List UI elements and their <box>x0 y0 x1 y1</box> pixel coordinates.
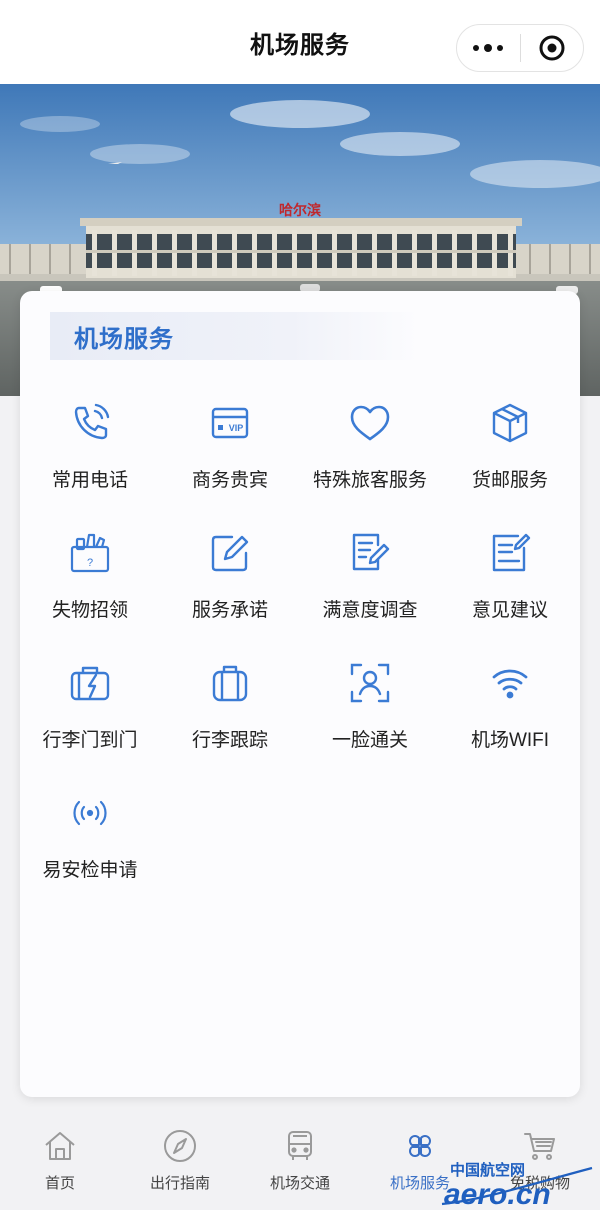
service-luggage-tracking[interactable]: 行李跟踪 <box>160 661 300 761</box>
survey-document-icon <box>348 531 392 575</box>
close-button[interactable] <box>521 25 584 71</box>
vip-card-icon: VIP <box>208 401 252 445</box>
signal-broadcast-icon <box>68 791 112 835</box>
service-label: 机场WIFI <box>470 730 550 751</box>
top-nav-bar: 机场服务 <box>0 0 600 84</box>
tab-label: 首页 <box>44 1175 75 1192</box>
service-label: 行李门到门 <box>42 730 138 751</box>
service-label: 满意度调查 <box>322 600 418 621</box>
service-commitment[interactable]: 服务承诺 <box>160 531 300 631</box>
service-label: 服务承诺 <box>191 600 268 621</box>
tab-travel-guide[interactable]: 出行指南 <box>120 1120 240 1210</box>
service-cargo-mail[interactable]: 货邮服务 <box>440 401 580 501</box>
clover-grid-icon <box>402 1128 438 1164</box>
svg-text:aero.cn: aero.cn <box>444 1178 551 1210</box>
tab-label: 机场交通 <box>269 1175 330 1192</box>
tab-label: 出行指南 <box>149 1175 210 1192</box>
wifi-icon <box>488 661 532 705</box>
mini-program-capsule <box>456 24 584 72</box>
service-special-passenger[interactable]: 特殊旅客服务 <box>300 401 440 501</box>
heart-icon <box>348 401 392 445</box>
service-face-clearance[interactable]: 一脸通关 <box>300 661 440 761</box>
suitcase-icon <box>208 661 252 705</box>
more-dots-icon <box>473 44 504 52</box>
service-luggage-door-to-door[interactable]: 行李门到门 <box>20 661 160 761</box>
home-icon <box>42 1128 78 1164</box>
card-title: 机场服务 <box>74 325 174 353</box>
svg-text:VIP: VIP <box>229 423 244 433</box>
svg-text:中国航空网: 中国航空网 <box>450 1161 525 1179</box>
service-business-vip[interactable]: VIP 商务贵宾 <box>160 401 300 501</box>
package-icon <box>488 401 532 445</box>
service-common-phone[interactable]: 常用电话 <box>20 401 160 501</box>
svg-text:?: ? <box>87 557 93 569</box>
service-easy-security-check[interactable]: 易安检申请 <box>20 791 160 891</box>
target-close-icon <box>539 35 565 61</box>
service-label: 货邮服务 <box>471 470 548 491</box>
edit-square-icon <box>208 531 252 575</box>
airport-service-card: 机场服务 常用电话 VIP 商务贵宾 特殊旅客服务 货邮服务 ? 失物招领 服务… <box>20 291 580 1097</box>
service-label: 行李跟踪 <box>191 730 268 751</box>
tab-airport-transport[interactable]: 机场交通 <box>240 1120 360 1210</box>
compass-icon <box>162 1128 198 1164</box>
service-label: 常用电话 <box>51 470 128 491</box>
service-label: 失物招领 <box>51 600 128 621</box>
face-scan-icon <box>348 661 392 705</box>
luggage-delivery-icon <box>68 661 112 705</box>
service-label: 商务贵宾 <box>191 470 268 491</box>
service-suggestions[interactable]: 意见建议 <box>440 531 580 631</box>
banner-sign-text: 哈尔滨 <box>279 202 321 219</box>
lost-found-box-icon: ? <box>68 531 112 575</box>
service-airport-wifi[interactable]: 机场WIFI <box>440 661 580 761</box>
bus-icon <box>282 1128 318 1164</box>
tab-home[interactable]: 首页 <box>0 1120 120 1210</box>
service-label: 一脸通关 <box>331 730 408 751</box>
service-lost-found[interactable]: ? 失物招领 <box>20 531 160 631</box>
page-title: 机场服务 <box>250 31 350 59</box>
card-header: 机场服务 <box>50 312 420 360</box>
more-button[interactable] <box>457 25 520 71</box>
suggestion-note-icon <box>488 531 532 575</box>
aero-cn-watermark-logo: 中国航空网 aero.cn <box>438 1158 600 1210</box>
service-label: 特殊旅客服务 <box>312 470 427 491</box>
service-label: 易安检申请 <box>42 860 138 881</box>
phone-icon <box>68 401 112 445</box>
service-label: 意见建议 <box>471 600 548 621</box>
service-satisfaction-survey[interactable]: 满意度调查 <box>300 531 440 631</box>
